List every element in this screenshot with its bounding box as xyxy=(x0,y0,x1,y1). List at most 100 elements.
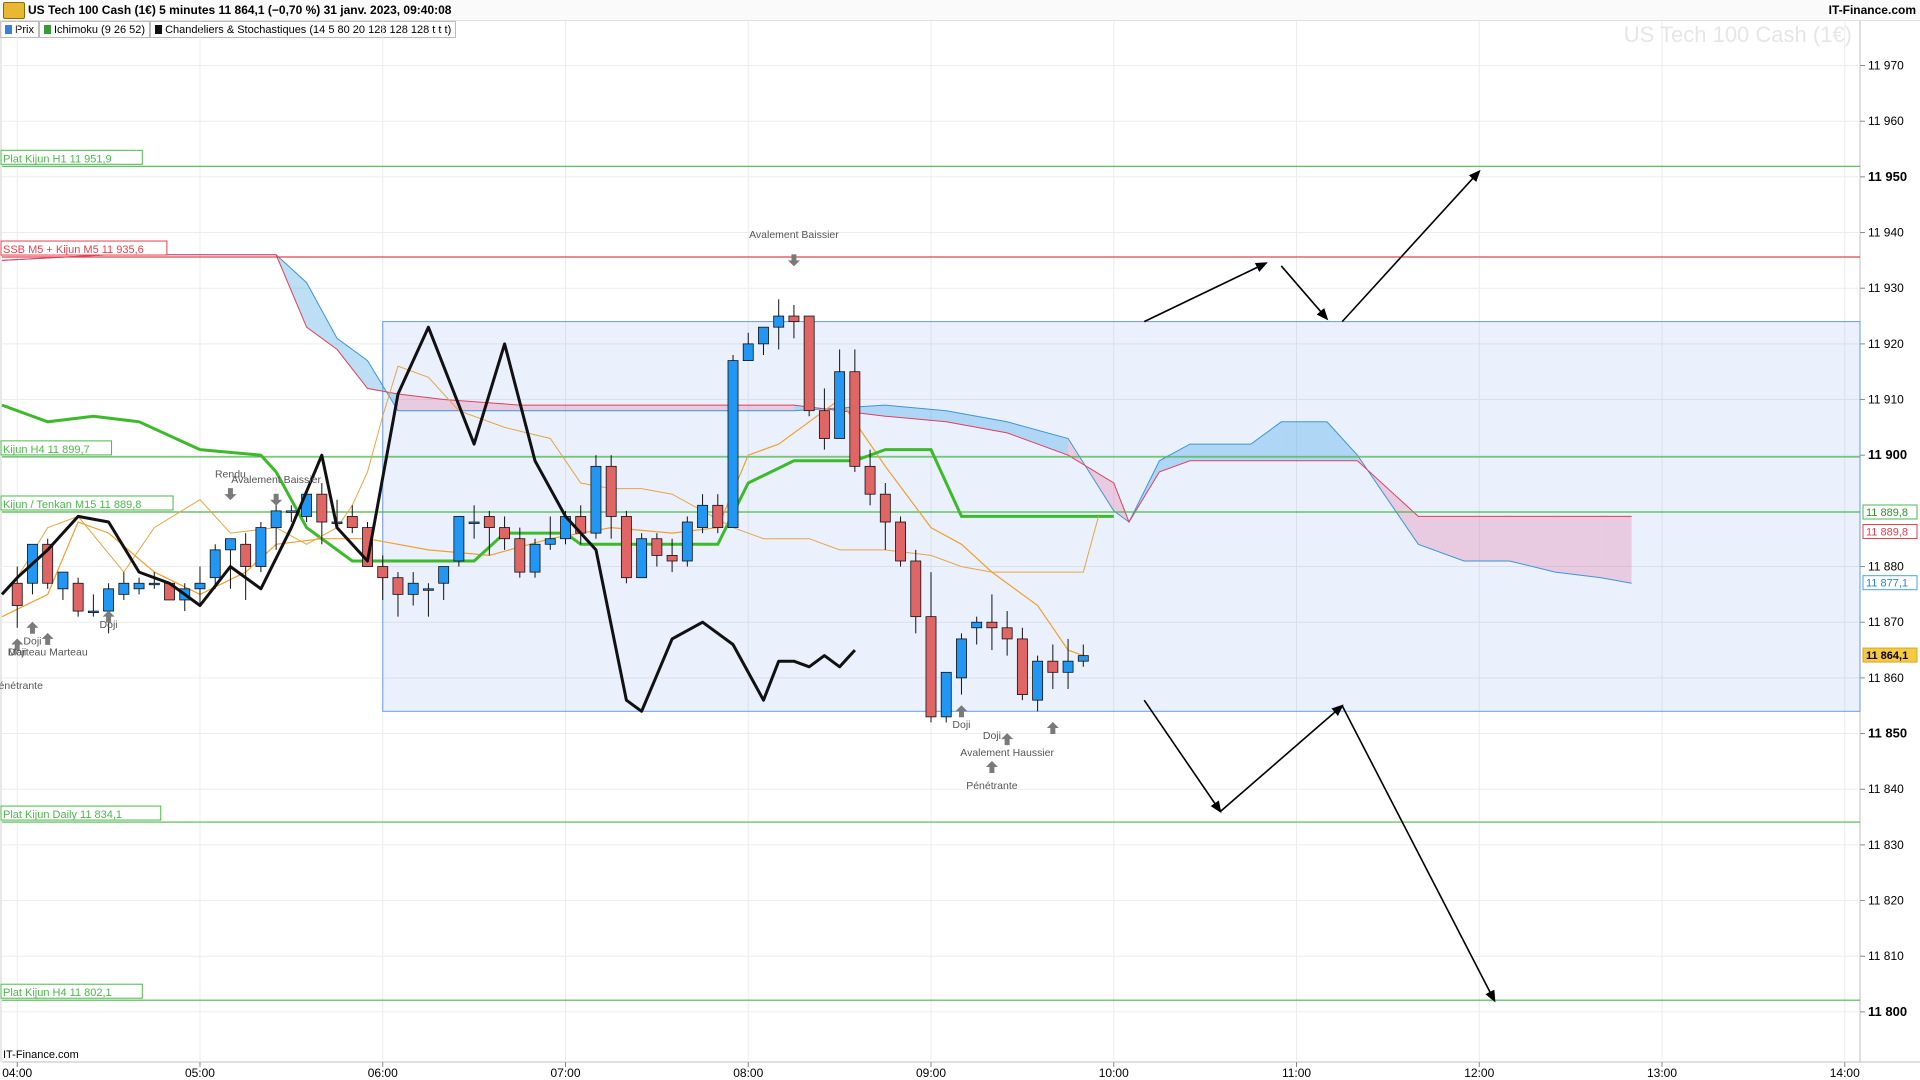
y-tick-label: 11 930 xyxy=(1868,281,1904,295)
pattern-label: Pénétrante xyxy=(0,680,43,692)
x-tick-label: 07:00 xyxy=(550,1066,580,1080)
y-tick-label: 11 840 xyxy=(1868,782,1904,796)
candle-body-bearish xyxy=(240,543,252,567)
level-label: Plat Kijun H4 11 802,1 xyxy=(0,983,143,999)
candle-body-bullish xyxy=(1032,660,1044,701)
candlestick xyxy=(270,499,282,550)
pattern-marker: Avalement Baissier xyxy=(749,229,839,267)
projection-arrow xyxy=(1280,265,1329,321)
candle-body-bearish xyxy=(499,527,510,540)
level-label-text: Plat Kijun H1 11 951,9 xyxy=(3,153,112,165)
candle-body-bearish xyxy=(651,538,663,556)
price-tag-text: 11 889,8 xyxy=(1866,507,1908,519)
candlestick xyxy=(118,572,130,600)
x-tick-label: 04:00 xyxy=(2,1066,32,1080)
cloud-segment-bearish xyxy=(1601,516,1632,584)
candle-body-bullish xyxy=(1062,660,1074,673)
candle-body-bullish xyxy=(758,326,769,345)
pattern-arrow-up-icon xyxy=(985,760,998,773)
pattern-label: Doji xyxy=(983,730,1001,742)
x-tick-label: 12:00 xyxy=(1464,1066,1494,1080)
price-tag-text: 11 864,1 xyxy=(1866,650,1908,662)
candle-body-bearish xyxy=(925,616,937,718)
candlestick xyxy=(895,516,906,567)
candle-body-bullish xyxy=(407,582,419,595)
pattern-marker: Avalement Haussier xyxy=(960,733,1055,759)
candlestick xyxy=(87,594,99,617)
candle-body-bullish xyxy=(118,582,130,595)
candlestick xyxy=(803,315,815,417)
candle-body-bullish xyxy=(742,343,754,361)
candle-body-bullish xyxy=(148,582,160,586)
candle-body-bullish xyxy=(133,582,145,590)
candle-body-bearish xyxy=(803,315,815,412)
x-tick-label: 10:00 xyxy=(1099,1066,1129,1080)
cloud-segment-bullish xyxy=(337,338,368,389)
price-tag-text: 11 877,1 xyxy=(1866,578,1908,590)
candle-body-bullish xyxy=(57,571,69,590)
price-chart[interactable]: 11 970 11 960 11 950 11 940 11 930 11 920 11 9… xyxy=(0,0,1920,1080)
candlestick xyxy=(940,671,952,723)
price-tag: 11 889,8 xyxy=(1862,523,1918,539)
level-label: SSB M5 + Kijun M5 11 935,6 xyxy=(0,240,168,256)
cloud-segment-bearish xyxy=(519,405,612,411)
candle-body-bearish xyxy=(712,504,724,528)
candlestick xyxy=(72,577,84,617)
candle-body-bearish xyxy=(864,465,876,495)
level-label-text: SSB M5 + Kijun M5 11 935,6 xyxy=(3,244,144,256)
pattern-marker: Doji xyxy=(100,610,118,631)
y-tick-label: 11 880 xyxy=(1868,560,1904,574)
price-tag: 11 864,1 xyxy=(1862,647,1918,663)
candle-body-bullish xyxy=(636,538,648,579)
candlestick xyxy=(453,516,465,567)
candle-body-bullish xyxy=(773,315,785,328)
candle-body-bearish xyxy=(392,577,404,595)
projection-arrow xyxy=(1341,169,1481,323)
y-tick-label: 11 970 xyxy=(1868,59,1904,73)
cloud-segment-bearish xyxy=(611,405,703,411)
price-tag-text: 11 889,8 xyxy=(1866,526,1908,538)
pattern-marker: Pénétrante xyxy=(0,680,43,692)
candle-body-bearish xyxy=(666,555,678,562)
pattern-label: Avalement Haussier xyxy=(960,747,1054,759)
candlestick xyxy=(240,533,252,600)
pattern-label: Avalement Baissier xyxy=(231,474,321,486)
level-label: Kijun H4 11 899,7 xyxy=(0,440,113,456)
pattern-arrow-up-icon xyxy=(41,632,54,645)
cloud-segment-bearish xyxy=(1464,516,1510,561)
y-tick-label: 11 820 xyxy=(1868,894,1904,908)
candle-body-bullish xyxy=(255,527,267,567)
candle-body-bearish xyxy=(818,410,830,439)
candle-body-bearish xyxy=(11,582,23,606)
candlestick xyxy=(255,522,267,573)
pattern-marker: Doji xyxy=(23,621,42,647)
candle-body-bullish xyxy=(971,621,983,629)
candle-body-bearish xyxy=(605,465,617,517)
y-tick-label: 11 900 xyxy=(1868,447,1907,462)
projection-arrow xyxy=(1143,262,1268,323)
projection-arrow xyxy=(1143,699,1222,814)
candle-body-bullish xyxy=(468,521,480,524)
candlestick xyxy=(1016,627,1028,701)
candlestick xyxy=(590,455,602,539)
candle-body-bullish xyxy=(87,610,99,613)
candlestick xyxy=(133,577,145,595)
candle-body-bullish xyxy=(285,510,297,513)
candle-body-bullish xyxy=(194,582,206,590)
level-label-text: Plat Kijun Daily 11 834,1 xyxy=(3,809,122,821)
pattern-label: Doji xyxy=(100,619,118,631)
candle-body-bearish xyxy=(910,560,922,618)
y-tick-label: 11 850 xyxy=(1868,726,1907,741)
candle-body-bearish xyxy=(377,566,389,579)
candle-body-bearish xyxy=(483,516,495,528)
pattern-label: Avalement Baissier xyxy=(749,229,839,241)
x-tick-label: 06:00 xyxy=(368,1066,398,1080)
candle-body-bullish xyxy=(529,543,541,573)
candlestick xyxy=(681,516,693,567)
candle-body-bearish xyxy=(879,493,891,523)
y-tick-label: 11 910 xyxy=(1868,393,1904,407)
candlestick xyxy=(346,505,358,534)
watermark-text: US Tech 100 Cash (1€) xyxy=(1624,22,1852,47)
candle-body-bullish xyxy=(727,360,739,528)
candle-body-bullish xyxy=(956,638,967,679)
